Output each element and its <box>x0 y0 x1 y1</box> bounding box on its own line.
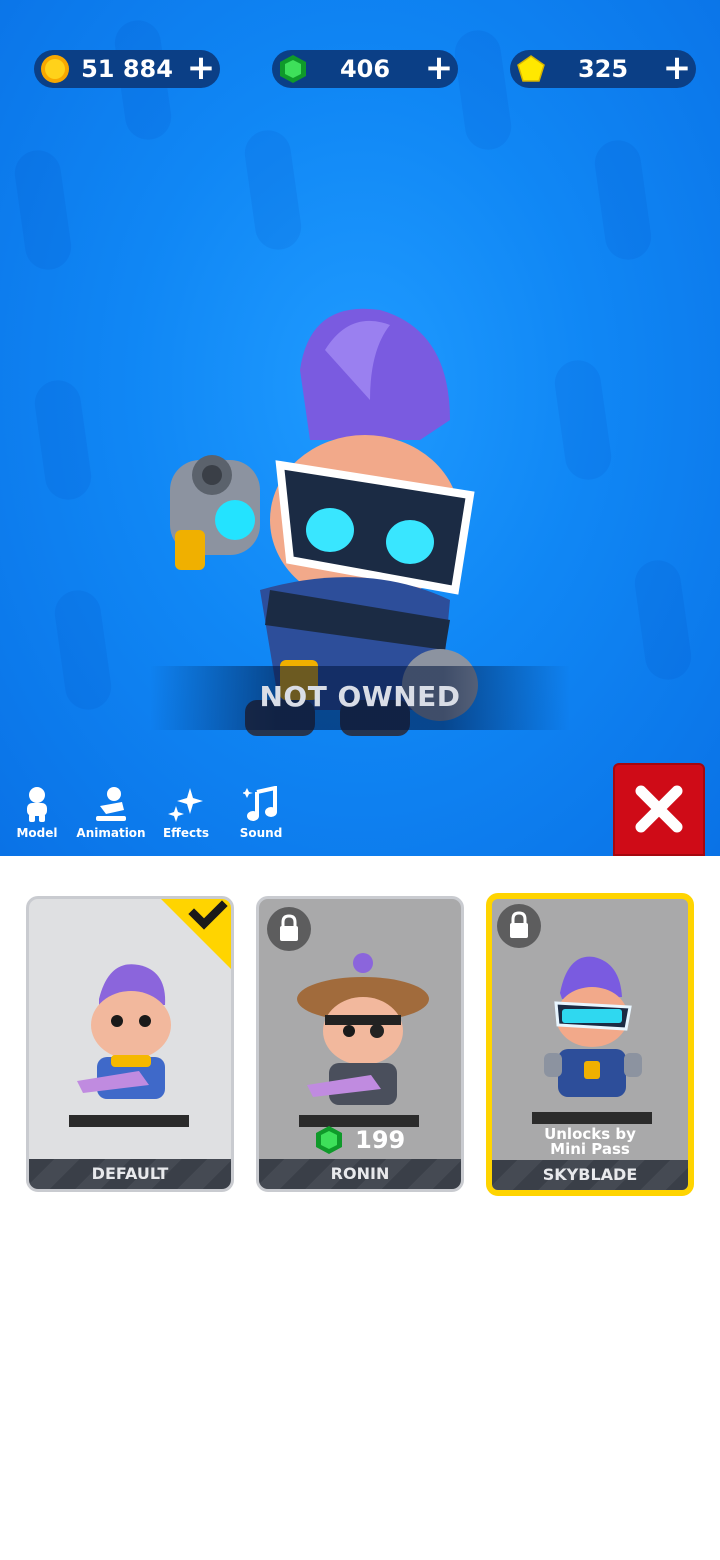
animation-button[interactable]: Animation <box>76 782 146 852</box>
skin-name: DEFAULT <box>29 1159 231 1189</box>
background-pattern <box>11 147 75 273</box>
background-pattern <box>31 377 95 503</box>
gem-icon <box>280 55 306 83</box>
gems-counter[interactable]: 406 + <box>272 50 458 88</box>
close-button[interactable] <box>613 763 705 856</box>
coins-counter[interactable]: 51 884 + <box>34 50 220 88</box>
coins-value: 51 884 <box>81 55 173 83</box>
effects-label: Effects <box>162 826 210 840</box>
sound-button[interactable]: Sound <box>226 782 296 852</box>
lock-badge <box>267 907 311 951</box>
unlock-line-2: Mini Pass <box>550 1140 630 1158</box>
animation-label: Animation <box>76 826 146 840</box>
unlock-requirement: Unlocks by Mini Pass <box>492 1127 688 1157</box>
add-coins-button[interactable]: + <box>186 51 216 85</box>
skin-preview-stage: 51 884 + 406 + 325 + NOT OWNED Model Ani… <box>0 0 720 856</box>
lock-badge <box>497 904 541 948</box>
add-stars-button[interactable]: + <box>662 51 692 85</box>
coin-icon <box>41 55 69 83</box>
star-gem-icon <box>517 55 545 82</box>
model-button[interactable]: Model <box>2 782 72 852</box>
close-icon <box>635 785 683 833</box>
skin-price: 199 <box>259 1125 461 1159</box>
skin-thumbnail-default <box>77 964 171 1099</box>
skin-selection-list: DEFAULT 199 RONIN Unlocks by Mini Pass S… <box>0 856 720 1216</box>
ownership-status: NOT OWNED <box>259 680 461 713</box>
skin-thumbnail-skyblade <box>544 956 642 1097</box>
effects-button[interactable]: Effects <box>151 782 221 852</box>
effects-icon <box>168 788 203 822</box>
background-pattern <box>241 127 305 253</box>
lock-icon <box>280 914 298 941</box>
thumbnail-shadow <box>532 1112 652 1124</box>
add-gems-button[interactable]: + <box>424 51 454 85</box>
background-pattern <box>591 137 655 263</box>
lock-icon <box>510 911 528 938</box>
background-pattern <box>451 27 515 153</box>
skin-name: SKYBLADE <box>492 1160 688 1190</box>
skin-card-skyblade[interactable]: Unlocks by Mini Pass SKYBLADE <box>486 893 694 1196</box>
skin-thumbnail-ronin <box>297 953 429 1105</box>
skin-name: RONIN <box>259 1159 461 1189</box>
sound-icon <box>243 786 277 821</box>
background-pattern <box>631 557 695 683</box>
skin-card-default[interactable]: DEFAULT <box>26 896 234 1192</box>
model-icon <box>27 787 47 822</box>
gems-value: 406 <box>339 55 391 83</box>
price-value: 199 <box>355 1126 406 1154</box>
background-pattern <box>51 587 115 713</box>
model-label: Model <box>16 826 58 840</box>
stars-value: 325 <box>577 55 629 83</box>
currency-bar: 51 884 + 406 + 325 + <box>0 50 720 90</box>
skin-card-ronin[interactable]: 199 RONIN <box>256 896 464 1192</box>
sound-label: Sound <box>239 826 283 840</box>
thumbnail-shadow <box>69 1115 189 1127</box>
gem-icon <box>315 1126 342 1154</box>
stars-counter[interactable]: 325 + <box>510 50 696 88</box>
animation-icon <box>96 787 126 821</box>
background-pattern <box>551 357 615 483</box>
